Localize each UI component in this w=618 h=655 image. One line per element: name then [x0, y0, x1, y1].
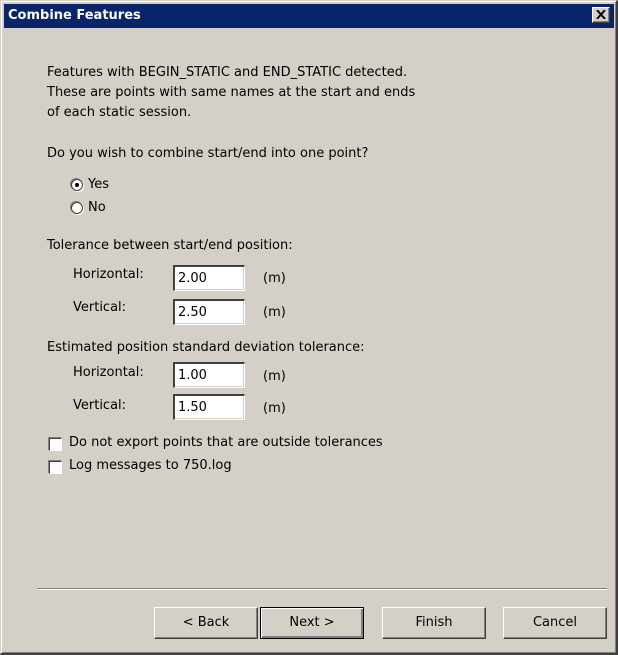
tolerance-vertical-unit: (m)	[263, 305, 286, 320]
title-bar[interactable]: Combine Features	[4, 4, 614, 28]
tolerance-vertical-value: 2.50	[178, 305, 207, 320]
separator	[37, 588, 607, 590]
combine-question: Do you wish to combine start/end into on…	[47, 146, 369, 161]
tolerance-horizontal-label: Horizontal:	[73, 267, 144, 282]
checkbox-no-export-outside-box[interactable]	[49, 438, 62, 451]
radio-selected-dot	[75, 183, 79, 187]
intro-line-2: These are points with same names at the …	[47, 85, 416, 100]
intro-line-1: Features with BEGIN_STATIC and END_STATI…	[47, 65, 408, 80]
tolerance-horizontal-value: 2.00	[178, 271, 207, 286]
tolerance-vertical-input[interactable]: 2.50	[173, 299, 245, 325]
stddev-vertical-input[interactable]: 1.50	[173, 394, 245, 420]
stddev-vertical-unit: (m)	[263, 401, 286, 416]
radio-no-indicator[interactable]	[71, 202, 83, 214]
radio-yes-label[interactable]: Yes	[88, 176, 109, 194]
tolerance-horizontal-unit: (m)	[263, 271, 286, 286]
tolerance-vertical-label: Vertical:	[73, 300, 127, 315]
finish-button[interactable]: Finish	[382, 607, 486, 639]
tolerance-horizontal-input[interactable]: 2.00	[173, 265, 245, 291]
close-button[interactable]	[592, 7, 610, 23]
stddev-vertical-value: 1.50	[178, 400, 207, 415]
tolerance-heading: Tolerance between start/end position:	[47, 238, 293, 253]
intro-line-3: of each static session.	[47, 105, 192, 120]
combine-features-dialog: Combine Features Features with BEGIN_STA…	[0, 0, 618, 655]
back-button[interactable]: < Back	[154, 607, 258, 639]
checkbox-log-messages-label[interactable]: Log messages to 750.log	[69, 457, 232, 475]
radio-no-label[interactable]: No	[88, 199, 106, 217]
stddev-horizontal-input[interactable]: 1.00	[173, 362, 245, 388]
radio-yes-indicator[interactable]	[71, 179, 83, 191]
cancel-button[interactable]: Cancel	[503, 607, 607, 639]
stddev-vertical-label: Vertical:	[73, 398, 127, 413]
next-button[interactable]: Next >	[260, 607, 364, 639]
window-title: Combine Features	[8, 8, 141, 23]
checkbox-log-messages-box[interactable]	[49, 461, 62, 474]
close-icon	[596, 10, 606, 19]
checkbox-no-export-outside-label[interactable]: Do not export points that are outside to…	[69, 434, 383, 452]
stddev-horizontal-unit: (m)	[263, 369, 286, 384]
stddev-horizontal-label: Horizontal:	[73, 365, 144, 380]
stddev-heading: Estimated position standard deviation to…	[47, 340, 365, 355]
stddev-horizontal-value: 1.00	[178, 368, 207, 383]
